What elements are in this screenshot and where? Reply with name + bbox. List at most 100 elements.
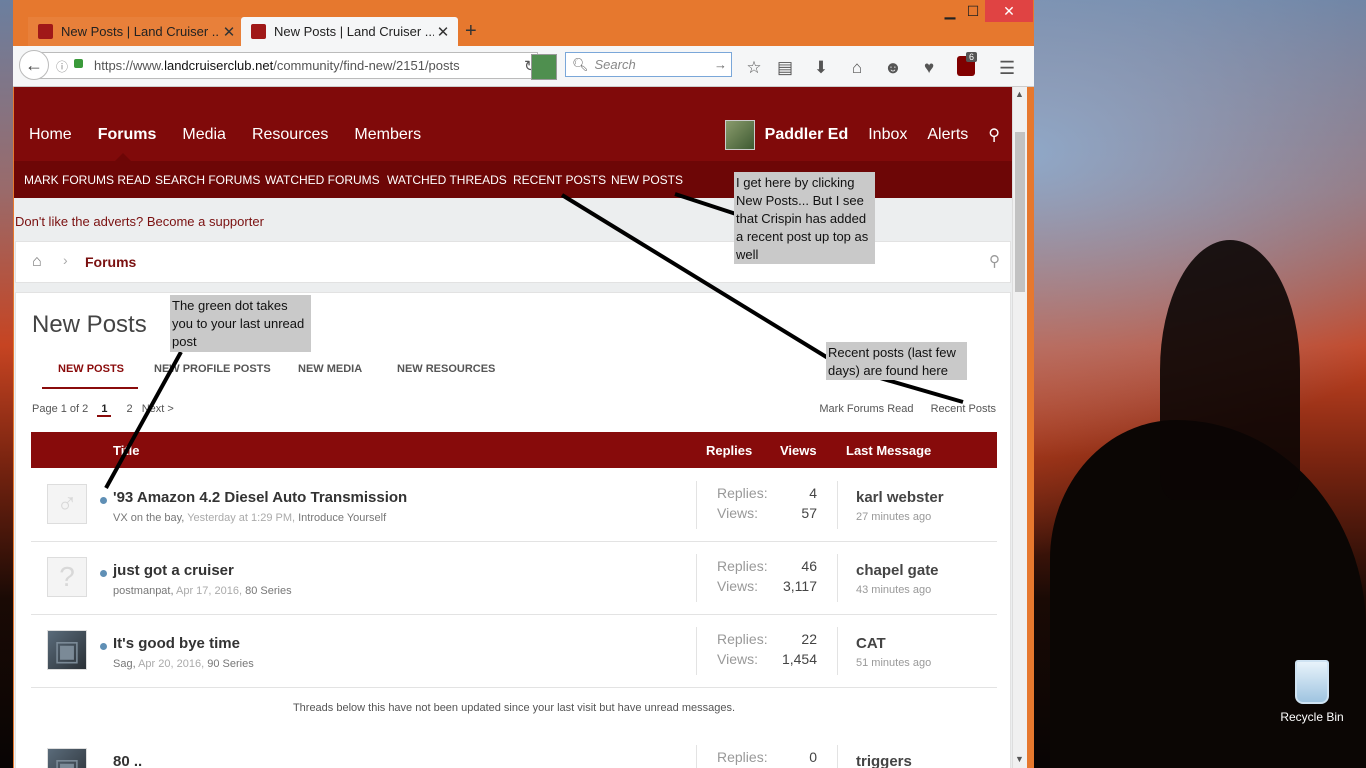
- close-tab-icon[interactable]: ✕: [434, 23, 452, 41]
- nav-members[interactable]: Members: [354, 126, 421, 144]
- table-header: Title Replies Views Last Message: [31, 432, 997, 468]
- thread-stats: Replies: 0: [696, 745, 838, 768]
- map-pin-icon[interactable]: ⚲: [989, 252, 1000, 270]
- tile-app-icon[interactable]: [531, 54, 557, 80]
- unread-dot[interactable]: [100, 643, 107, 650]
- tab-new-profile-posts[interactable]: NEW PROFILE POSTS: [154, 363, 271, 375]
- scroll-down-icon[interactable]: ▼: [1015, 754, 1024, 764]
- site-header: Home Forums Media Resources Members Padd…: [14, 87, 1012, 161]
- breadcrumb-home-icon[interactable]: ⌂: [32, 253, 42, 271]
- info-icon[interactable]: ⓘ: [56, 58, 68, 75]
- url-bar[interactable]: ⓘ https://www.landcruiserclub.net/commun…: [33, 52, 538, 79]
- last-poster[interactable]: CAT: [856, 635, 931, 652]
- tab-title: New Posts | Land Cruiser ...: [274, 24, 434, 39]
- nav-resources[interactable]: Resources: [252, 126, 328, 144]
- question-mark-icon[interactable]: ?: [47, 557, 87, 597]
- col-last-message[interactable]: Last Message: [846, 443, 931, 458]
- views-label: Views:: [717, 578, 758, 594]
- vehicle-photo-icon[interactable]: ▣: [47, 630, 87, 670]
- tab-new-posts[interactable]: NEW POSTS: [58, 363, 124, 375]
- thread-title[interactable]: 80 ..: [113, 753, 142, 768]
- new-tab-icon[interactable]: +: [465, 20, 477, 43]
- replies-count: 22: [801, 631, 817, 647]
- username-link[interactable]: Paddler Ed: [765, 126, 849, 144]
- unread-dot[interactable]: [100, 497, 107, 504]
- nav-media[interactable]: Media: [182, 126, 226, 144]
- page-title: New Posts: [32, 311, 147, 338]
- content-tabs: NEW POSTS NEW PROFILE POSTS NEW MEDIA NE…: [32, 355, 512, 389]
- reading-list-icon[interactable]: ▤: [774, 58, 796, 78]
- thread-title[interactable]: It's good bye time: [113, 635, 240, 652]
- subnav-recent-posts[interactable]: RECENT POSTS: [513, 173, 606, 187]
- subnav-search-forums[interactable]: SEARCH FORUMS: [155, 173, 260, 187]
- back-button[interactable]: ←: [19, 50, 49, 80]
- tab-new-media[interactable]: NEW MEDIA: [298, 363, 362, 375]
- search-icon: 🔍︎: [572, 56, 589, 72]
- recycle-bin-icon: [1295, 660, 1329, 704]
- thread-stats: Replies: 22 Views: 1,454: [696, 627, 838, 675]
- pager-current[interactable]: 1: [97, 403, 112, 417]
- scroll-thumb[interactable]: [1015, 132, 1025, 292]
- tab-new-resources[interactable]: NEW RESOURCES: [397, 363, 495, 375]
- male-symbol-icon[interactable]: ♂: [47, 484, 87, 524]
- last-poster[interactable]: karl webster: [856, 489, 944, 506]
- search-field[interactable]: 🔍︎ Search →: [565, 52, 732, 77]
- downloads-icon[interactable]: ⬇: [810, 58, 832, 78]
- last-post-time[interactable]: 27 minutes ago: [856, 511, 944, 523]
- subnav-watched-threads[interactable]: WATCHED THREADS: [387, 173, 507, 187]
- home-icon[interactable]: ⌂: [846, 58, 868, 78]
- nav-forums[interactable]: Forums: [98, 126, 157, 144]
- recycle-bin-shortcut[interactable]: Recycle Bin: [1280, 660, 1344, 724]
- site-search-icon[interactable]: ⚲: [988, 125, 1000, 145]
- site-favicon-icon: [38, 24, 53, 39]
- thread-meta: VX on the bay, Yesterday at 1:29 PM, Int…: [113, 512, 387, 524]
- subnav-new-posts[interactable]: NEW POSTS: [611, 173, 683, 187]
- subnav-mark-forums-read[interactable]: MARK FORUMS READ: [24, 173, 151, 187]
- pocket-icon[interactable]: ♥: [918, 58, 940, 78]
- annotation-green-dot: The green dot takes you to your last unr…: [170, 295, 311, 352]
- last-poster[interactable]: chapel gate: [856, 562, 939, 579]
- last-poster[interactable]: triggers: [856, 753, 912, 768]
- thread-title[interactable]: just got a cruiser: [113, 562, 234, 579]
- inbox-link[interactable]: Inbox: [868, 126, 907, 144]
- replies-label: Replies:: [717, 631, 768, 647]
- thread-title[interactable]: '93 Amazon 4.2 Diesel Auto Transmission: [113, 489, 407, 506]
- tab-title: New Posts | Land Cruiser ...: [61, 24, 220, 39]
- alerts-link[interactable]: Alerts: [927, 126, 968, 144]
- last-post-time[interactable]: 51 minutes ago: [856, 657, 931, 669]
- close-window-icon[interactable]: ✕: [985, 0, 1033, 22]
- tab-inactive[interactable]: New Posts | Land Cruiser ... ✕: [28, 17, 244, 46]
- tab-active[interactable]: New Posts | Land Cruiser ... ✕: [241, 17, 458, 46]
- col-title[interactable]: Title: [113, 443, 140, 458]
- subnav-watched-forums[interactable]: WATCHED FORUMS: [265, 173, 380, 187]
- menu-icon[interactable]: ☰: [999, 58, 1015, 79]
- close-tab-icon[interactable]: ✕: [220, 23, 238, 41]
- last-post-time[interactable]: 43 minutes ago: [856, 584, 939, 596]
- replies-label: Replies:: [717, 749, 768, 765]
- recent-posts-link[interactable]: Recent Posts: [931, 403, 996, 415]
- pager-page-2[interactable]: 2: [127, 403, 133, 415]
- col-replies[interactable]: Replies: [706, 443, 752, 458]
- col-views[interactable]: Views: [780, 443, 817, 458]
- hello-chat-icon[interactable]: ☻: [882, 58, 904, 78]
- scrollbar[interactable]: ▲ ▼: [1012, 87, 1027, 768]
- thread-stats: Replies: 46 Views: 3,117: [696, 554, 838, 602]
- active-nav-pointer: [115, 153, 131, 161]
- annotation-new-posts: I get here by clicking New Posts... But …: [734, 172, 875, 264]
- pager-next[interactable]: Next >: [142, 403, 174, 415]
- unread-dot[interactable]: [100, 570, 107, 577]
- supporter-link[interactable]: Don't like the adverts? Become a support…: [15, 214, 264, 229]
- ublock-count-badge: 6: [966, 52, 978, 62]
- user-avatar[interactable]: [724, 120, 755, 150]
- search-go-icon[interactable]: →: [714, 57, 727, 72]
- nav-home[interactable]: Home: [29, 126, 72, 144]
- bookmark-star-icon[interactable]: ☆: [743, 58, 765, 78]
- vehicle-photo-icon[interactable]: ▣: [47, 748, 87, 768]
- scroll-up-icon[interactable]: ▲: [1015, 89, 1024, 99]
- table-row: ▣ 80 .. Replies: 0 triggers: [31, 733, 997, 768]
- table-row: ? just got a cruiser postmanpat, Apr 17,…: [31, 542, 997, 615]
- mark-forums-read-link[interactable]: Mark Forums Read: [819, 403, 913, 415]
- breadcrumb-forums[interactable]: Forums: [85, 254, 136, 270]
- tab-strip: New Posts | Land Cruiser ... ✕ New Posts…: [13, 0, 1034, 46]
- views-label: Views:: [717, 651, 758, 667]
